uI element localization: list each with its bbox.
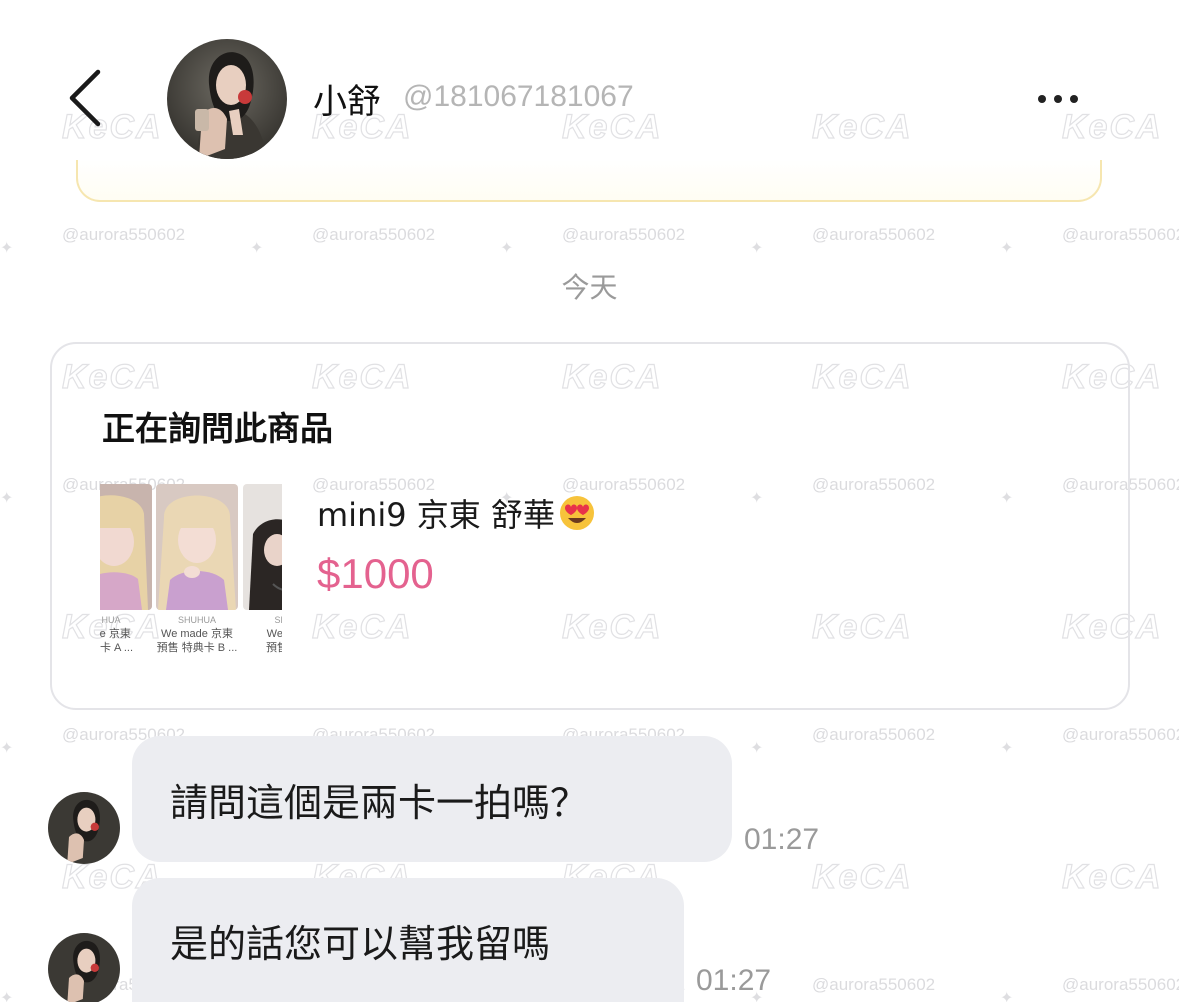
product-thumbnail[interactable]: SHU We ma 預售 特 [243,484,282,662]
thumbnail-caption: 典卡 A ... [100,642,133,654]
card-title: 正在詢問此商品 [102,409,333,448]
message-bubble[interactable]: 是的話您可以幫我留嗎 [132,878,684,1002]
message-text: 請問這個是兩卡一拍嗎？ [170,780,589,825]
heart-eyes-emoji-icon [559,496,594,530]
thumbnail-caption: 預售 特 [265,642,282,654]
notice-banner[interactable] [76,160,1102,202]
thumbnail-tag: SHUHUA [177,615,216,625]
message-text: 是的話您可以幫我留嗎 [170,921,551,966]
photocard-image [156,484,238,610]
more-options-button[interactable] [1028,84,1088,114]
message-timestamp: 01:27 [696,964,772,997]
product-thumbnail[interactable]: SHUHUA We made 京東 預售 特典卡 B ... [156,484,238,662]
product-title[interactable]: mini9 京東 舒華 [317,490,595,536]
photocard-image [243,484,282,610]
more-horizontal-icon [1038,95,1046,103]
product-thumbnail-strip[interactable]: HUA ide 京東 典卡 A ... SHUHUA We made 京 [100,484,282,662]
photocard-image [100,484,152,610]
thumbnail-tag: HUA [101,615,121,625]
sender-avatar[interactable] [48,792,120,864]
date-separator: 今天 [561,271,618,304]
thumbnail-caption: ide 京東 [100,628,131,640]
sender-avatar[interactable] [48,933,120,1002]
message-bubble[interactable]: 請問這個是兩卡一拍嗎？ [132,736,732,862]
contact-name: 小舒 [313,82,381,122]
more-dot [1054,95,1062,103]
contact-avatar[interactable] [167,39,287,159]
thumbnail-caption: We made 京東 [161,628,233,640]
contact-handle: @181067181067 [403,80,634,113]
thumbnail-caption: 預售 特典卡 B ... [156,642,238,654]
back-button[interactable] [60,66,110,130]
thumbnail-caption: We ma [266,628,282,640]
product-thumbnail[interactable]: HUA ide 京東 典卡 A ... [100,484,152,662]
chevron-left-icon [69,69,101,127]
more-dot [1070,95,1078,103]
product-inquiry-card[interactable]: 正在詢問此商品 HUA ide 京東 典卡 A ... [50,342,1130,710]
message-timestamp: 01:27 [744,823,820,856]
product-name: mini9 京東 舒華 [317,496,555,534]
chat-screen: 小舒 @181067181067 今天 正在詢問此商品 HUA e 京東 卡 A… [0,0,1179,1002]
thumbnail-tag: SHU [274,615,282,625]
product-price: $1000 [317,550,434,597]
